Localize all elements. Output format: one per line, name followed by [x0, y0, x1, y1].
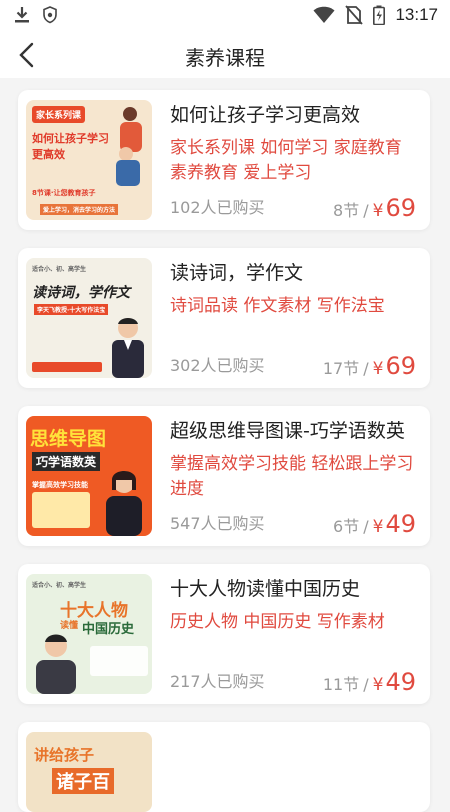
teacher-illustration: [36, 634, 76, 694]
lesson-count: 11节: [322, 675, 360, 694]
course-card[interactable]: 适合小、初、高学生 十大人物 读懂 中国历史 十大人物读懂中国历史 历史人物 中…: [18, 564, 430, 704]
status-bar: 13:17: [0, 0, 450, 32]
price-row: 8节 / ¥ 69: [333, 194, 416, 222]
battery-icon: [373, 5, 386, 25]
course-tags: 家长系列课 如何学习 家庭教育 素养教育 爱上学习: [170, 138, 402, 183]
cover-text: 李天飞教授·十大写作法宝: [34, 304, 109, 315]
course-cover-image: 家长系列课 如何让孩子学习 更高效 8节课·让您教育孩子 爱上学习，消去学习的方…: [26, 100, 152, 220]
cover-text: 思维导图: [30, 428, 107, 450]
cover-text: 巧学语数英: [32, 452, 101, 471]
cover-text: 适合小、初、高学生: [32, 582, 87, 589]
currency-symbol: ¥: [372, 675, 384, 695]
lesson-count: 8节: [333, 201, 360, 220]
cover-text: 读诗词，学作文: [32, 285, 130, 301]
course-card[interactable]: 思维导图 巧学语数英 掌握高效学习技能 超级思维导图课-巧学语数英 掌握高效学习…: [18, 406, 430, 546]
clock-time: 13:17: [395, 5, 438, 24]
shield-icon: [43, 6, 57, 24]
family-illustration: [116, 107, 142, 186]
cover-panel: [90, 646, 148, 676]
teacher-illustration: [112, 318, 144, 378]
cover-panel: [32, 492, 90, 528]
course-title: 十大人物读懂中国历史: [170, 578, 361, 600]
price-row: 6节 / ¥ 49: [333, 510, 416, 538]
separator: /: [363, 359, 369, 378]
course-card[interactable]: 讲给孩子 诸子百: [18, 722, 430, 812]
course-tags: 历史人物 中国历史 写作素材: [170, 612, 385, 632]
course-tags: 诗词品读 作文素材 写作法宝: [170, 296, 385, 316]
cover-text: 诸子百: [52, 768, 114, 794]
cover-text: 更高效: [32, 148, 65, 161]
course-card[interactable]: 适合小、初、高学生 读诗词，学作文 李天飞教授·十大写作法宝 读诗词，学作文 诗…: [18, 248, 430, 388]
course-cover-image: 适合小、初、高学生 读诗词，学作文 李天飞教授·十大写作法宝: [26, 258, 152, 378]
course-price: 49: [385, 510, 416, 538]
lesson-count: 17节: [322, 359, 360, 378]
cover-text: 爱上学习，消去学习的方法: [40, 204, 119, 215]
download-icon: [15, 7, 29, 23]
buyer-count: 217人已购买: [170, 672, 265, 691]
price-row: 11节 / ¥ 49: [323, 668, 416, 696]
course-title: 读诗词，学作文: [170, 262, 304, 284]
course-card[interactable]: 家长系列课 如何让孩子学习 更高效 8节课·让您教育孩子 爱上学习，消去学习的方…: [18, 90, 430, 230]
cover-text: 如何让孩子学习: [32, 132, 109, 145]
buyer-count: 102人已购买: [170, 198, 265, 217]
separator: /: [363, 675, 369, 694]
separator: /: [363, 201, 369, 220]
app-header: 素养课程: [0, 32, 450, 78]
currency-symbol: ¥: [372, 359, 384, 379]
currency-symbol: ¥: [372, 517, 384, 537]
currency-symbol: ¥: [372, 201, 384, 221]
lesson-count: 6节: [333, 517, 360, 536]
course-title: 如何让孩子学习更高效: [170, 104, 361, 126]
course-title: 超级思维导图课-巧学语数英: [170, 420, 405, 442]
cover-text: 掌握高效学习技能: [32, 481, 88, 489]
cover-badge: [32, 362, 102, 372]
course-tags: 掌握高效学习技能 轻松跟上学习进度: [170, 454, 414, 499]
cover-text: 8节课·让您教育孩子: [32, 189, 96, 197]
separator: /: [363, 517, 369, 536]
course-cover-image: 思维导图 巧学语数英 掌握高效学习技能: [26, 416, 152, 536]
buyer-count: 547人已购买: [170, 514, 265, 533]
no-sim-icon: [345, 5, 364, 25]
teacher-illustration: [106, 471, 142, 536]
price-row: 17节 / ¥ 69: [323, 352, 416, 380]
cover-text: 讲给孩子: [34, 746, 95, 764]
page-title: 素养课程: [185, 46, 265, 70]
course-cover-image: 讲给孩子 诸子百: [26, 732, 152, 812]
course-price: 69: [385, 352, 416, 380]
cover-text: 适合小、初、高学生: [32, 266, 87, 273]
cover-text: 中国历史: [82, 622, 135, 637]
course-price: 69: [385, 194, 416, 222]
buyer-count: 302人已购买: [170, 356, 265, 375]
course-price: 49: [385, 668, 416, 696]
wifi-icon: [313, 6, 335, 24]
course-cover-image: 适合小、初、高学生 十大人物 读懂 中国历史: [26, 574, 152, 694]
cover-text: 家长系列课: [32, 106, 86, 123]
